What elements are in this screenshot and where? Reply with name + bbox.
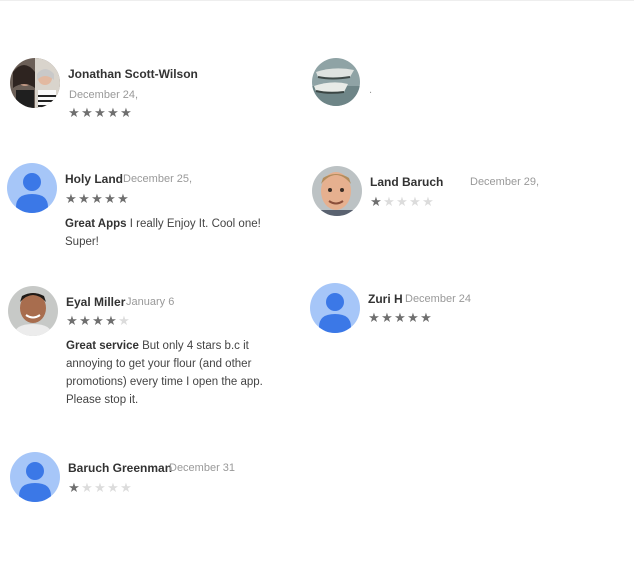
review-date: December 24, [69, 89, 139, 101]
star-icon: ★ [92, 313, 105, 328]
star-icon: ★ [107, 480, 120, 495]
star-icon: ★ [78, 191, 91, 206]
star-icon: ★ [104, 191, 117, 206]
star-rating: ★★★★★ [368, 311, 433, 324]
star-icon: ★ [94, 105, 107, 120]
review-date: December 29, [470, 176, 540, 188]
person-silhouette-icon [16, 173, 48, 213]
avatar[interactable] [10, 58, 60, 108]
person-silhouette-icon [19, 462, 51, 502]
avatar[interactable] [7, 163, 57, 213]
reviewer-name[interactable]: Holy Land [65, 172, 123, 186]
star-icon: ★ [120, 480, 133, 495]
star-rating: ★★★★★ [68, 106, 133, 119]
star-icon: ★ [407, 310, 420, 325]
star-rating: ★★★★★ [68, 481, 133, 494]
star-icon: ★ [396, 194, 409, 209]
avatar[interactable] [312, 58, 360, 106]
star-icon: ★ [105, 313, 118, 328]
reviewer-name[interactable]: Baruch Greenman [68, 461, 172, 475]
review-title: Great service [66, 340, 139, 352]
avatar[interactable] [310, 283, 360, 333]
star-icon: ★ [94, 480, 107, 495]
person-silhouette-icon [319, 293, 351, 333]
star-icon: ★ [370, 194, 383, 209]
star-icon: ★ [68, 105, 81, 120]
star-rating: ★★★★★ [370, 195, 435, 208]
review-date: December 25, [123, 173, 193, 185]
review-card: Jonathan Scott-Wilson December 24, ★★★★★ [10, 58, 290, 128]
star-icon: ★ [66, 313, 79, 328]
review-card: . [312, 58, 592, 128]
boat-photo-avatar-icon [312, 58, 360, 106]
star-icon: ★ [117, 191, 130, 206]
reviewer-name[interactable]: Jonathan Scott-Wilson [68, 67, 198, 81]
review-text: Great Apps I really Enjoy It. Cool one! … [65, 215, 275, 251]
star-icon: ★ [368, 310, 381, 325]
review-text: Great service But only 4 stars b.c it an… [66, 337, 278, 409]
star-icon: ★ [107, 105, 120, 120]
review-card: Baruch Greenman December 31 ★★★★★ [10, 452, 290, 512]
star-icon: ★ [420, 310, 433, 325]
reviewer-name[interactable]: Eyal Miller [66, 295, 125, 309]
photo-avatar-icon [10, 58, 60, 108]
review-date: January 6 [126, 296, 175, 308]
star-icon: ★ [120, 105, 133, 120]
star-icon: ★ [118, 313, 131, 328]
star-icon: ★ [383, 194, 396, 209]
star-rating: ★★★★★ [66, 314, 131, 327]
review-card: Holy Land December 25, ★★★★★ Great Apps … [7, 163, 287, 258]
top-divider [0, 0, 634, 1]
review-title: Great Apps [65, 218, 127, 230]
reviewer-name[interactable]: Land Baruch [370, 175, 443, 189]
star-icon: ★ [79, 313, 92, 328]
star-icon: ★ [422, 194, 435, 209]
star-icon: ★ [81, 105, 94, 120]
reviewer-name[interactable]: Zuri H [368, 292, 403, 306]
avatar[interactable] [312, 166, 362, 216]
avatar[interactable] [10, 452, 60, 502]
star-icon: ★ [81, 480, 94, 495]
review-card: Eyal Miller January 6 ★★★★★ Great servic… [8, 286, 288, 416]
photo-avatar-icon [312, 166, 362, 216]
photo-avatar-icon [8, 286, 58, 336]
review-card: Zuri H December 24 ★★★★★ [310, 283, 590, 343]
review-date: December 31 [169, 462, 236, 474]
star-icon: ★ [394, 310, 407, 325]
star-rating: ★★★★★ [65, 192, 130, 205]
star-icon: ★ [65, 191, 78, 206]
review-card: Land Baruch December 29, ★★★★★ [312, 166, 612, 226]
star-icon: ★ [381, 310, 394, 325]
review-date: December 24 [405, 293, 472, 305]
star-icon: ★ [68, 480, 81, 495]
star-icon: ★ [409, 194, 422, 209]
review-date: . [369, 84, 373, 96]
avatar[interactable] [8, 286, 58, 336]
star-icon: ★ [91, 191, 104, 206]
